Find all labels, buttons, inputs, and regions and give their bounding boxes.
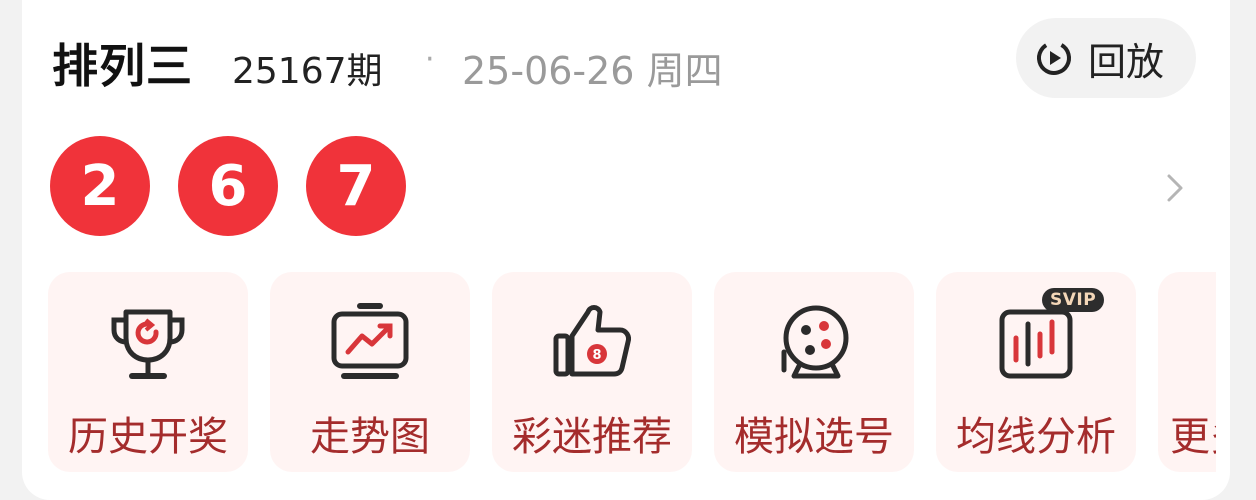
tile-label: 历史开奖 <box>68 414 228 460</box>
lottery-machine-icon <box>781 305 849 379</box>
tile-more[interactable]: 更多 <box>1158 272 1216 472</box>
tile-label: 均线分析 <box>956 414 1116 460</box>
draw-ball-2: 6 <box>178 136 278 236</box>
chevron-right-icon[interactable] <box>1160 170 1190 206</box>
trophy-icon <box>111 309 185 379</box>
play-timer-icon <box>1037 41 1071 75</box>
tile-history-draws[interactable]: 历史开奖 <box>48 272 248 472</box>
tile-label: 走势图 <box>310 414 430 460</box>
tile-trend-chart[interactable]: 走势图 <box>270 272 470 472</box>
tile-label: 彩迷推荐 <box>512 414 672 460</box>
draw-date: 25-06-26 周四 <box>462 49 723 93</box>
replay-label: 回放 <box>1088 39 1165 84</box>
thumbs-up-icon: 8 <box>553 305 631 377</box>
svip-badge: SVIP <box>1042 288 1105 312</box>
draw-ball-1: 2 <box>50 136 150 236</box>
separator-dot: · <box>425 42 435 77</box>
svg-text:8: 8 <box>592 348 601 363</box>
tile-label: 模拟选号 <box>734 414 894 460</box>
draw-ball-3: 7 <box>306 136 406 236</box>
tile-fan-recommend[interactable]: 8 彩迷推荐 <box>492 272 692 472</box>
tile-simulate-pick[interactable]: 模拟选号 <box>714 272 914 472</box>
replay-button[interactable]: 回放 <box>1016 18 1196 98</box>
feature-tiles: 历史开奖 走势图 8 彩迷推荐 模拟选号 SVIP 均线分析 更 <box>48 272 1216 472</box>
tile-label: 更多 <box>1170 414 1216 460</box>
tile-moving-average[interactable]: SVIP 均线分析 <box>936 272 1136 472</box>
issue-number: 25167期 <box>232 51 383 92</box>
trend-chart-icon <box>331 303 409 379</box>
lottery-title: 排列三 <box>52 39 193 93</box>
